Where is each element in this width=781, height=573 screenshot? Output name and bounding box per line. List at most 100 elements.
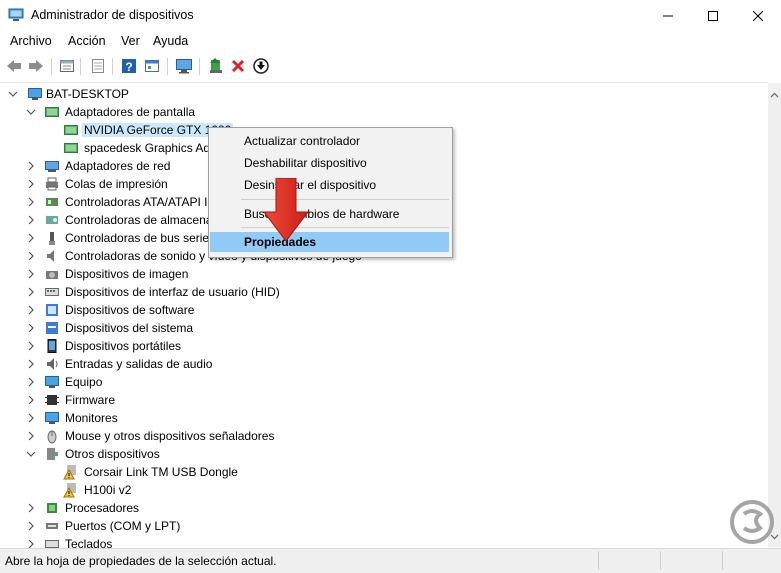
chevron-right-icon[interactable] [26, 232, 36, 244]
minimize-button[interactable] [645, 0, 691, 31]
tree-item-teclados[interactable]: Teclados [0, 535, 760, 548]
tree-item-dispositivos-del-sistema[interactable]: Dispositivos del sistema [0, 319, 760, 337]
menu-item-scan-hardware[interactable]: Buscar cambios de hardware [210, 204, 449, 224]
chevron-down-icon[interactable] [8, 88, 18, 100]
menu-archivo[interactable]: Archivo [10, 34, 52, 48]
tree-item-entradas-y-salidas-de-audio[interactable]: Entradas y salidas de audio [0, 355, 760, 373]
properties-grid-icon[interactable] [89, 57, 107, 75]
menu-item-update-driver[interactable]: Actualizar controlador [210, 131, 449, 151]
chevron-right-icon[interactable] [26, 196, 36, 208]
menu-ayuda[interactable]: Ayuda [153, 34, 188, 48]
menu-item-label: Deshabilitar dispositivo [244, 156, 367, 170]
port-icon [44, 518, 60, 534]
monitor-scan-icon[interactable] [175, 57, 193, 75]
tree-item-label: Adaptadores de red [65, 159, 171, 173]
tree-item-label: Equipo [65, 375, 103, 389]
forward-icon[interactable] [27, 57, 45, 75]
properties-sheet-icon[interactable] [58, 57, 76, 75]
network-icon [44, 158, 60, 174]
chevron-right-icon[interactable] [26, 214, 36, 226]
close-button[interactable] [735, 0, 781, 31]
tree-item-puertos-com-y-lpt[interactable]: Puertos (COM y LPT) [0, 517, 760, 535]
chevron-right-icon[interactable] [26, 178, 36, 190]
menu-item-disable-device[interactable]: Deshabilitar dispositivo [210, 153, 449, 173]
tree-item-label: Teclados [65, 537, 113, 548]
tree-item-monitores[interactable]: Monitores [0, 409, 760, 427]
tree-item-label: Dispositivos del sistema [65, 321, 194, 335]
computer-icon [44, 374, 60, 390]
chevron-right-icon[interactable] [26, 394, 36, 406]
warning-device-icon [63, 482, 79, 498]
tree-item-dispositivos-de-interfaz-de-usuario-hid[interactable]: Dispositivos de interfaz de usuario (HID… [0, 283, 760, 301]
chevron-right-icon[interactable] [26, 376, 36, 388]
tree-item-adaptadores-de-pantalla[interactable]: Adaptadores de pantalla [0, 103, 760, 121]
tree-item-firmware[interactable]: Firmware [0, 391, 760, 409]
chevron-right-icon[interactable] [26, 502, 36, 514]
tree-item-mouse-y-otros-dispositivos-senaladores[interactable]: Mouse y otros dispositivos señaladores [0, 427, 760, 445]
chevron-right-icon[interactable] [26, 304, 36, 316]
device-manager-window: Administrador de dispositivos Archivo Ac… [0, 0, 781, 573]
chevron-right-icon[interactable] [26, 160, 36, 172]
chevron-down-icon[interactable] [26, 106, 36, 118]
menu-item-uninstall-device[interactable]: Desinstalar el dispositivo [210, 175, 449, 195]
chevron-right-icon[interactable] [26, 430, 36, 442]
hid-icon [44, 284, 60, 300]
display-adapter-icon [63, 122, 79, 138]
tree-item-label: Entradas y salidas de audio [65, 357, 213, 371]
menu-ver[interactable]: Ver [121, 34, 140, 48]
solvetic-watermark-logo [722, 498, 778, 570]
toolbar-separator [80, 58, 81, 75]
chevron-down-icon[interactable] [26, 448, 36, 460]
toolbar: ? [0, 54, 781, 80]
chevron-right-icon[interactable] [26, 538, 36, 548]
printer-icon [44, 176, 60, 192]
tree-root-computer[interactable]: BAT-DESKTOP [0, 85, 760, 103]
chevron-right-icon[interactable] [26, 286, 36, 298]
chevron-right-icon[interactable] [26, 520, 36, 532]
chevron-right-icon[interactable] [26, 340, 36, 352]
disable-icon[interactable] [252, 57, 270, 75]
sound-icon [44, 248, 60, 264]
maximize-button[interactable] [690, 0, 736, 31]
scroll-up-icon[interactable] [770, 87, 779, 101]
tree-item-label: Colas de impresión [65, 177, 168, 191]
view-icon[interactable] [143, 57, 161, 75]
tree-item-dispositivos-de-imagen[interactable]: Dispositivos de imagen [0, 265, 760, 283]
tree-item-label: Mouse y otros dispositivos señaladores [65, 429, 275, 443]
storage-icon [44, 212, 60, 228]
title-bar[interactable]: Administrador de dispositivos [0, 0, 781, 31]
uninstall-icon[interactable] [229, 57, 247, 75]
help-icon[interactable]: ? [120, 57, 138, 75]
tree-item-corsair-link-tm-usb-dongle[interactable]: Corsair Link TM USB Dongle [0, 463, 760, 481]
tree-item-label: Puertos (COM y LPT) [65, 519, 181, 533]
vertical-scrollbar[interactable] [768, 83, 781, 547]
tree-item-label: H100i v2 [84, 483, 132, 497]
tree-item-label: Monitores [65, 411, 118, 425]
tree-item-h100i-v2[interactable]: H100i v2 [0, 481, 760, 499]
chevron-right-icon[interactable] [26, 322, 36, 334]
chevron-right-icon[interactable] [26, 268, 36, 280]
chevron-right-icon[interactable] [26, 358, 36, 370]
menu-item-properties[interactable]: Propiedades [210, 232, 449, 252]
tree-item-equipo[interactable]: Equipo [0, 373, 760, 391]
back-icon[interactable] [5, 57, 23, 75]
tree-item-label: Procesadores [65, 501, 140, 515]
display-adapter-icon [63, 140, 79, 156]
tree-item-otros-dispositivos[interactable]: Otros dispositivos [0, 445, 760, 463]
tree-item-dispositivos-portatiles[interactable]: Dispositivos portátiles [0, 337, 760, 355]
menu-accion[interactable]: Acción [68, 34, 106, 48]
tree-item-procesadores[interactable]: Procesadores [0, 499, 760, 517]
tree-item-label: Dispositivos de imagen [65, 267, 189, 281]
tree-root-label: BAT-DESKTOP [46, 87, 129, 101]
firmware-icon [44, 392, 60, 408]
chevron-right-icon[interactable] [26, 412, 36, 424]
tree-item-label: Controladoras ATA/ATAPI IDE [65, 195, 225, 209]
status-panel-divider [660, 551, 661, 570]
chevron-right-icon[interactable] [26, 250, 36, 262]
audio-icon [44, 356, 60, 372]
update-driver-icon[interactable] [207, 57, 225, 75]
computer-icon [27, 86, 43, 102]
tree-item-label: Dispositivos de software [65, 303, 195, 317]
system-icon [44, 320, 60, 336]
tree-item-dispositivos-de-software[interactable]: Dispositivos de software [0, 301, 760, 319]
